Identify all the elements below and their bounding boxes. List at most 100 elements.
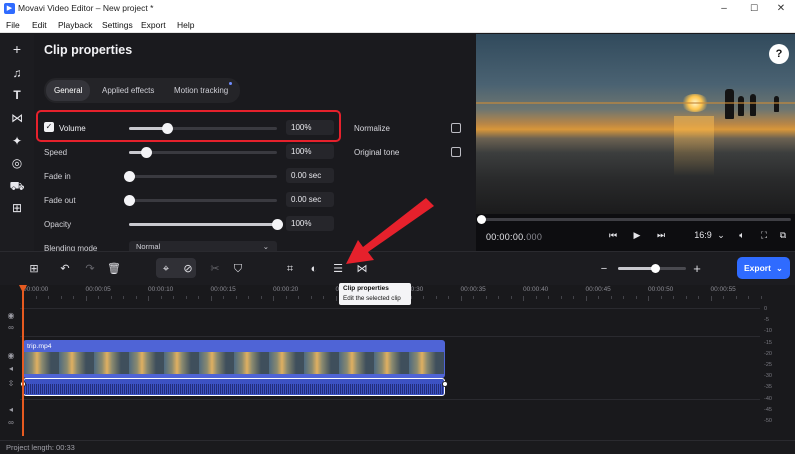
clip-thumbnails <box>24 352 444 374</box>
fade-in-slider[interactable] <box>123 171 277 182</box>
media-icon[interactable]: ⛟ <box>9 178 25 194</box>
undo-icon[interactable]: ↶ <box>57 262 73 276</box>
eye-icon[interactable]: ◉ <box>6 351 16 360</box>
delete-icon[interactable]: 🗑︎ <box>106 262 122 276</box>
original-tone-checkbox[interactable] <box>451 147 461 157</box>
zoom-in-icon[interactable]: + <box>689 262 705 276</box>
opacity-value[interactable]: 100% <box>286 216 334 231</box>
tab-applied-effects[interactable]: Applied effects <box>94 80 162 101</box>
detach-preview-icon[interactable]: ⧉ <box>776 230 790 241</box>
fullscreen-icon[interactable]: ⛶ <box>757 230 771 241</box>
close-button[interactable]: ✕ <box>767 2 795 15</box>
menu-file[interactable]: File <box>6 20 20 30</box>
tab-motion-tracking[interactable]: Motion tracking <box>166 80 236 101</box>
fade-in-label: Fade in <box>44 172 71 181</box>
opacity-slider-thumb[interactable] <box>271 219 283 230</box>
volume-value[interactable]: 100% <box>286 120 334 135</box>
playhead[interactable] <box>22 286 24 436</box>
transitions-icon[interactable]: ⋈ <box>9 110 25 126</box>
level-label: -25 <box>764 362 772 368</box>
add-files-icon[interactable]: + <box>9 41 25 57</box>
fade-in-value[interactable]: 0.00 sec <box>286 168 334 183</box>
link-icon[interactable]: ∞ <box>6 418 16 427</box>
mute-icon[interactable]: ◂ <box>6 405 16 414</box>
play-icon[interactable]: ▶ <box>630 230 644 241</box>
volume-slider-thumb[interactable] <box>161 123 173 134</box>
maximize-button[interactable]: ☐ <box>740 2 768 15</box>
mute-icon[interactable]: ◂ <box>6 364 16 373</box>
zoom-out-icon[interactable]: − <box>596 262 612 276</box>
tab-general[interactable]: General <box>46 80 91 101</box>
status-bar <box>0 440 795 454</box>
menu-edit[interactable]: Edit <box>32 20 47 30</box>
link-icon[interactable]: ∞ <box>6 323 16 332</box>
minimize-button[interactable]: – <box>710 2 738 15</box>
chevron-down-icon[interactable]: ⌄ <box>714 230 728 241</box>
speed-slider[interactable] <box>129 147 277 158</box>
split-audio-icon[interactable]: ⇳ <box>6 379 16 388</box>
fade-out-slider-thumb[interactable] <box>123 195 135 206</box>
select-tool-icon[interactable]: ⌖ <box>158 262 174 276</box>
ruler-label: 00:00:15 <box>210 286 236 293</box>
timecode-main: 00:00:00. <box>486 232 527 242</box>
ruler-tick <box>585 296 587 301</box>
blending-mode-select[interactable]: Normal ⌄ <box>129 241 277 251</box>
crop-icon[interactable]: ⌗ <box>282 262 298 276</box>
ruler-tick <box>35 296 37 299</box>
add-track-icon[interactable]: ⊞ <box>26 262 42 276</box>
ruler-tick <box>735 296 737 299</box>
effects-icon[interactable]: ✦ <box>9 133 25 149</box>
previous-frame-icon[interactable]: ⏮ <box>606 230 620 241</box>
playhead-handle[interactable] <box>19 285 27 293</box>
aspect-ratio-select[interactable]: 16:9 <box>692 230 714 240</box>
ruler-tick <box>435 296 437 299</box>
export-button[interactable]: Export ⌄ <box>737 257 790 279</box>
tool-rail: + ♫ T ⋈ ✦ ◎ ⛟ ⊞ <box>0 34 34 251</box>
volume-icon[interactable]: 🔈︎ <box>735 230 749 241</box>
stickers-icon[interactable]: ◎ <box>9 155 25 171</box>
titles-icon[interactable]: T <box>9 87 25 103</box>
preview-scrubber[interactable] <box>480 218 791 221</box>
audio-end-handle[interactable] <box>442 381 448 387</box>
ruler-tick <box>323 296 324 299</box>
menu-playback[interactable]: Playback <box>58 20 93 30</box>
ripple-tool-icon[interactable]: ⊘ <box>180 262 196 276</box>
fade-out-value[interactable]: 0.00 sec <box>286 192 334 207</box>
ruler-label: 00:00:20 <box>273 286 299 293</box>
menu-help[interactable]: Help <box>177 20 194 30</box>
clip-name: trip.mp4 <box>27 343 52 350</box>
normalize-checkbox[interactable] <box>451 123 461 133</box>
level-label: -35 <box>764 384 772 391</box>
more-tools-icon[interactable]: ⊞ <box>9 200 25 216</box>
ruler-tick <box>260 296 262 299</box>
next-frame-icon[interactable]: ⏭ <box>654 230 668 241</box>
eye-icon[interactable]: ◉ <box>6 311 16 320</box>
music-icon[interactable]: ♫ <box>9 65 25 81</box>
ruler-tick <box>710 296 712 301</box>
speed-icon[interactable]: ◐ <box>306 262 322 276</box>
volume-checkbox[interactable]: ✓ <box>44 122 54 132</box>
timecode-frac: 000 <box>526 232 543 242</box>
ruler-tick <box>685 296 687 299</box>
person-silhouette <box>725 89 734 119</box>
fade-out-slider[interactable] <box>123 195 277 206</box>
timecode: 00:00:00.000 <box>486 232 542 242</box>
chevron-down-icon: ⌄ <box>262 242 269 251</box>
ruler-tick <box>285 296 287 299</box>
zoom-slider-thumb[interactable] <box>650 264 660 273</box>
volume-slider[interactable] <box>129 123 277 134</box>
preview-scrubber-thumb[interactable] <box>477 215 486 224</box>
ruler-tick <box>748 296 749 299</box>
redo-icon[interactable]: ↷ <box>82 262 98 276</box>
menu-settings[interactable]: Settings <box>102 20 133 30</box>
marker-icon[interactable]: ⛉ <box>230 262 246 276</box>
menu-export[interactable]: Export <box>141 20 166 30</box>
opacity-slider[interactable] <box>129 219 283 230</box>
speed-value[interactable]: 100% <box>286 144 334 159</box>
ruler-tick <box>535 296 537 299</box>
split-icon[interactable]: ✂ <box>207 262 223 276</box>
ruler-tick <box>173 296 174 299</box>
fade-in-slider-thumb[interactable] <box>123 171 135 182</box>
title-bar: ▶ Movavi Video Editor – New project * – … <box>0 0 795 17</box>
help-button[interactable]: ? <box>769 44 789 64</box>
